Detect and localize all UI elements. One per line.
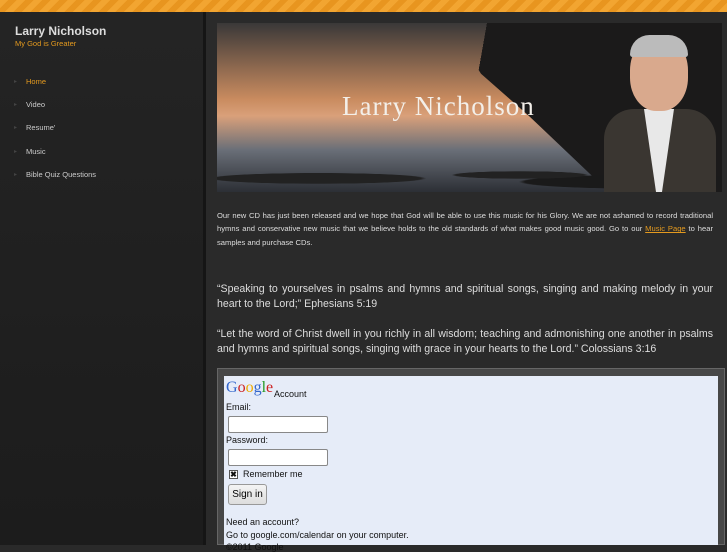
nav-label: Video — [26, 100, 46, 109]
password-label: Password: — [226, 435, 269, 445]
header-banner: Larry Nicholson — [217, 23, 722, 192]
arrow-icon: ▸ — [14, 79, 18, 85]
google-login-box: Google Account Email: Password: ✖ Rememb… — [224, 376, 718, 552]
nav-label: Resume' — [26, 123, 56, 132]
intro-text: Our new CD has just been released and we… — [217, 211, 713, 234]
arrow-icon: ▸ — [14, 172, 18, 178]
nav-label: Home — [26, 77, 47, 86]
banner-title: Larry Nicholson — [342, 91, 535, 121]
sidebar — [0, 12, 203, 545]
sidebar-item-music[interactable]: ▸ Music — [14, 147, 46, 156]
arrow-icon: ▸ — [14, 102, 18, 108]
sign-in-button[interactable]: Sign in — [228, 484, 267, 505]
nav-label: Music — [26, 147, 46, 156]
sidebar-item-home[interactable]: ▸ Home — [14, 77, 46, 86]
remember-me-checkbox[interactable]: ✖ — [229, 470, 238, 479]
arrow-icon: ▸ — [14, 149, 18, 155]
sidebar-item-resume[interactable]: ▸ Resume' — [14, 123, 55, 132]
nav-label: Bible Quiz Questions — [26, 170, 97, 179]
account-label: Account — [274, 389, 307, 399]
sidebar-item-bible-quiz[interactable]: ▸ Bible Quiz Questions — [14, 170, 96, 179]
site-tagline: My God is Greater — [15, 39, 77, 48]
email-label: Email: — [226, 402, 252, 412]
quote-colossians: “Let the word of Christ dwell in you ric… — [217, 328, 713, 355]
music-page-link[interactable]: Music Page — [645, 224, 685, 233]
sidebar-divider — [203, 12, 206, 545]
copyright-text: ©2011 Google — [226, 542, 284, 552]
password-field[interactable] — [228, 449, 328, 466]
quote-ephesians: “Speaking to yourselves in psalms and hy… — [217, 283, 713, 310]
need-account-text: Need an account? — [226, 517, 300, 527]
sidebar-item-video[interactable]: ▸ Video — [14, 100, 45, 109]
intro-paragraph: Our new CD has just been released and we… — [217, 209, 713, 249]
goto-calendar-text: Go to google.com/calendar on your comput… — [226, 530, 409, 540]
top-stripe — [0, 0, 727, 12]
google-logo: Google — [226, 379, 274, 396]
site-title[interactable]: Larry Nicholson — [15, 24, 106, 38]
email-field[interactable] — [228, 416, 328, 433]
arrow-icon: ▸ — [14, 125, 18, 131]
remember-me-label: Remember me — [243, 469, 303, 479]
banner-portrait — [604, 29, 716, 192]
